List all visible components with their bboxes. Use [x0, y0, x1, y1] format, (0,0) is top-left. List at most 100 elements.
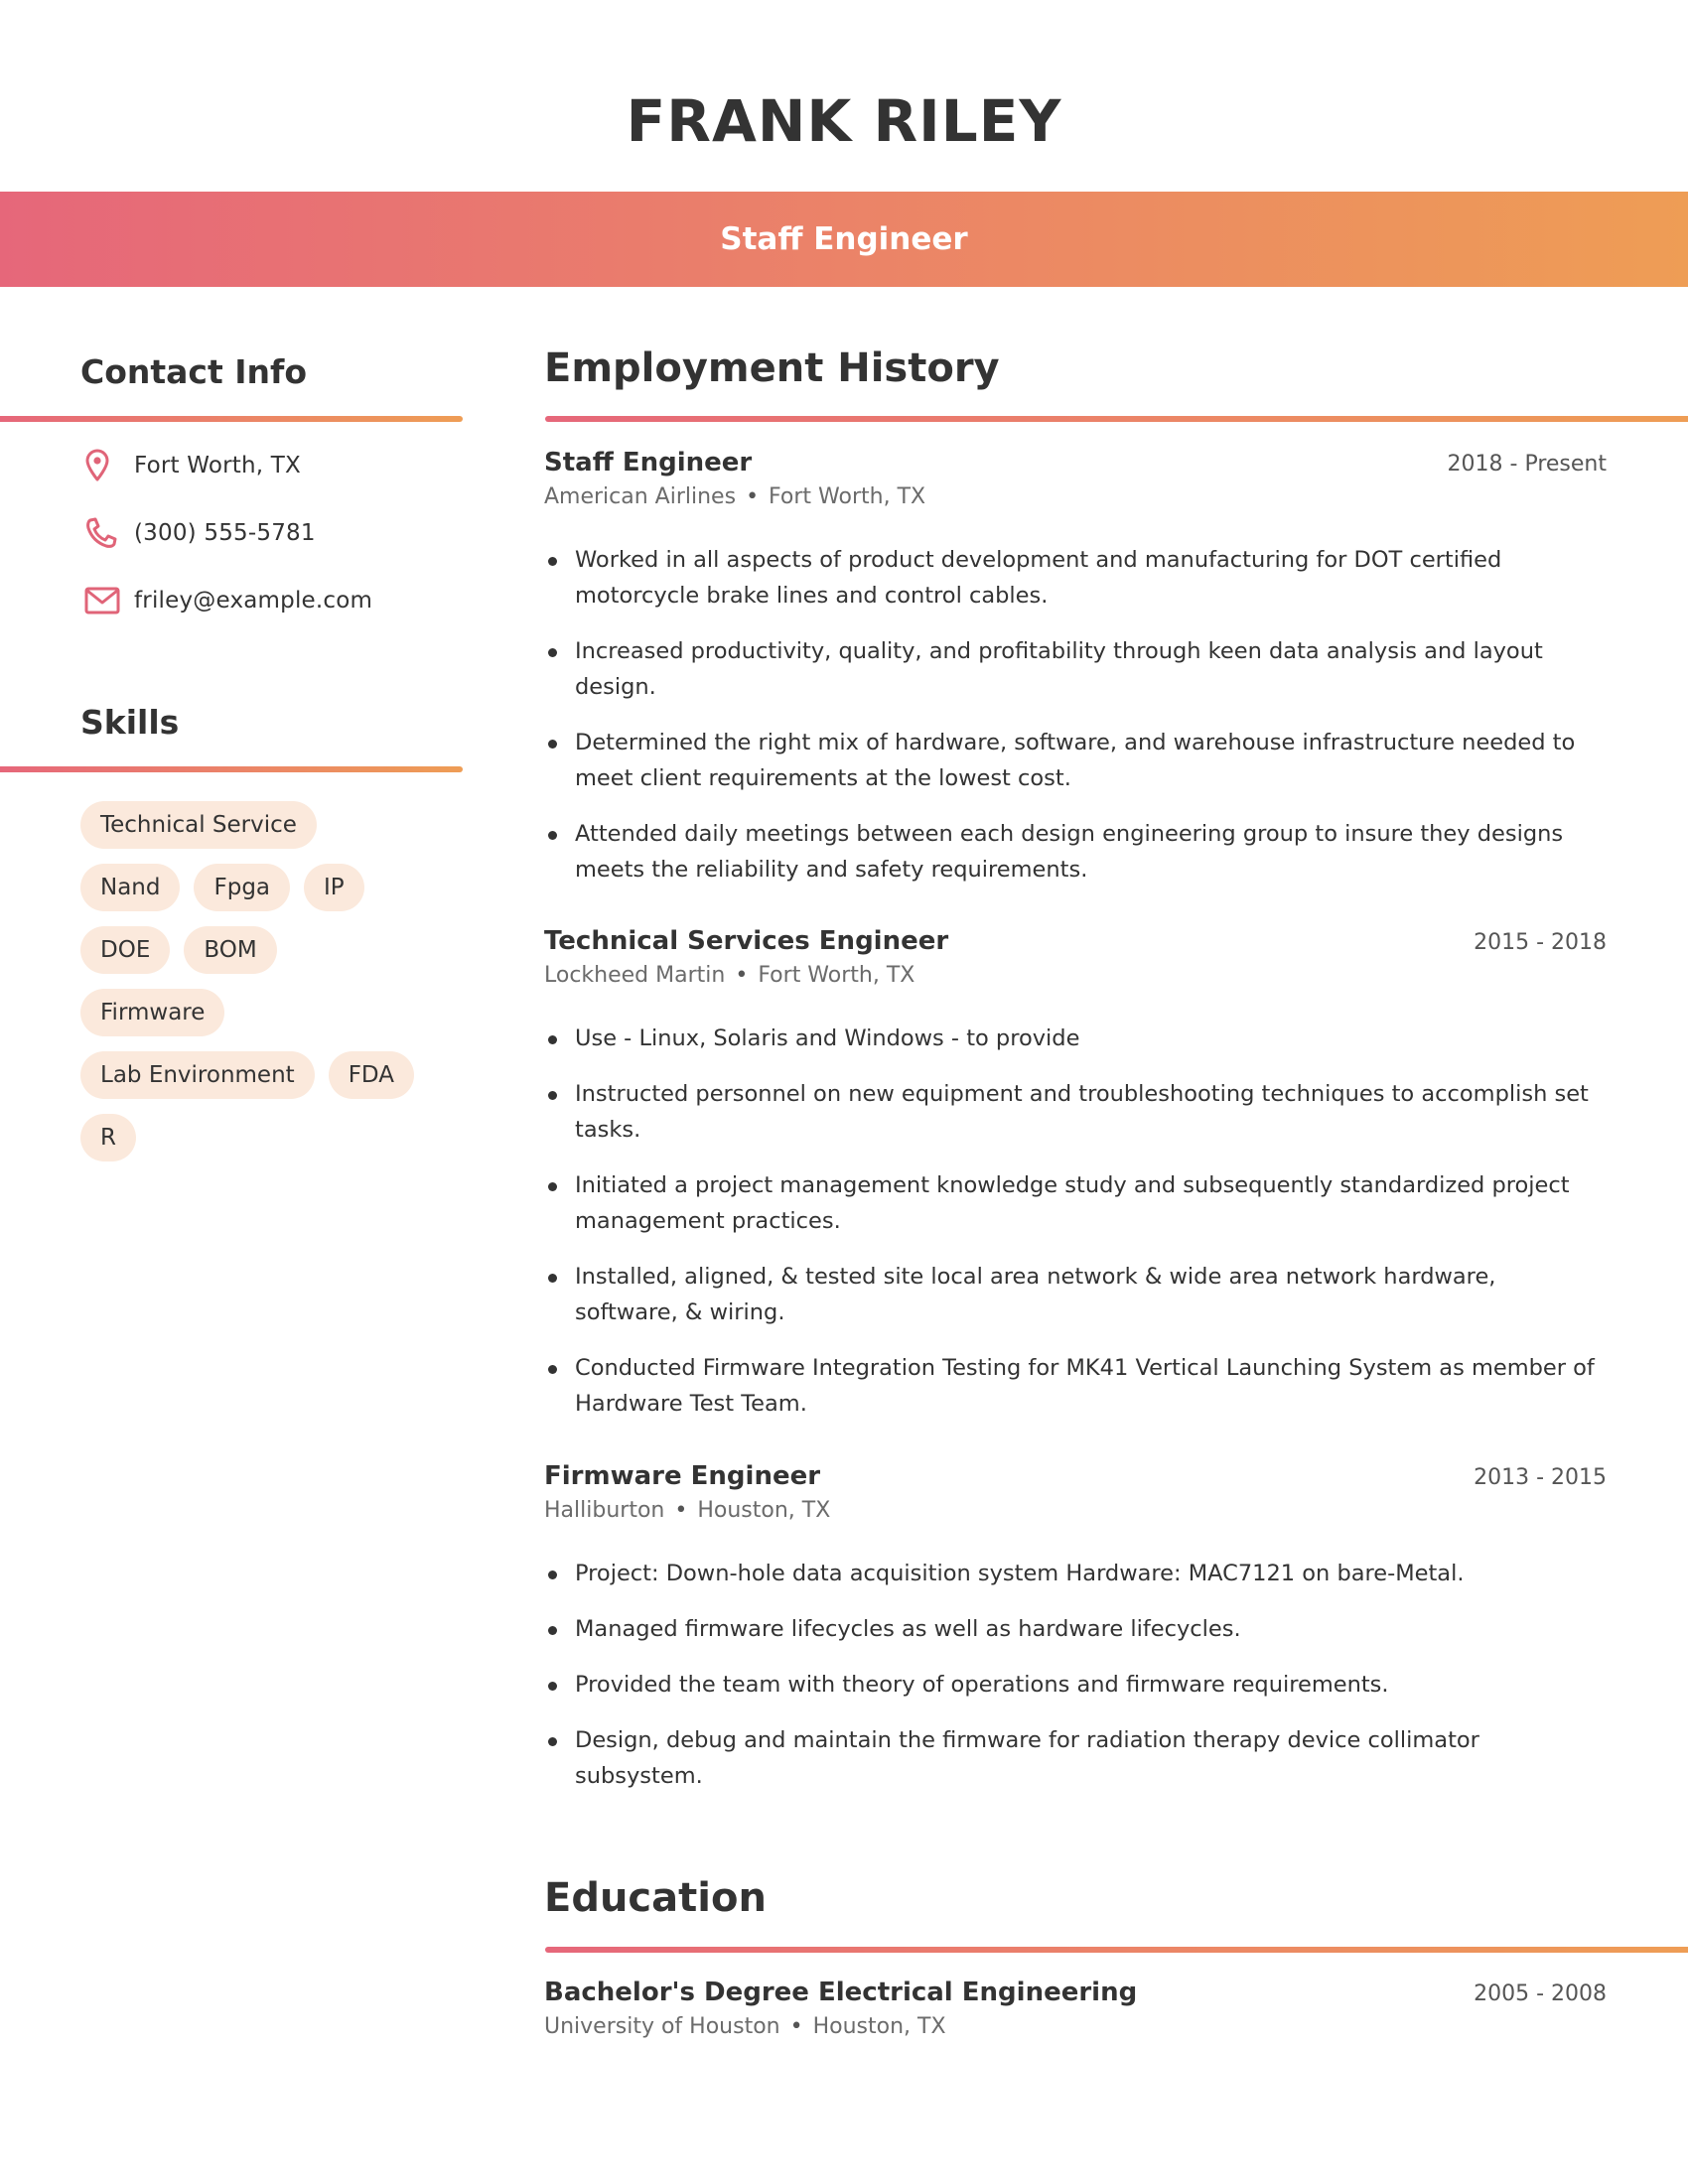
bullet-text: Use - Linux, Solaris and Windows - to pr… [575, 1025, 1080, 1051]
skill-tag: R [80, 1114, 136, 1161]
skill-row: Lab Environment FDA [80, 1051, 478, 1099]
separator-dot: • [674, 1498, 688, 1523]
skill-tag: DOE [80, 926, 171, 974]
contact-location: Fort Worth, TX [80, 449, 372, 482]
job-entry: Staff Engineer 2018 - Present American A… [544, 448, 1607, 907]
bullet-icon [548, 1570, 557, 1579]
candidate-name: FRANK RILEY [626, 87, 1062, 155]
skill-tag: FDA [328, 1051, 414, 1099]
job-subtitle: Halliburton • Houston, TX [544, 1498, 1607, 1534]
bullet-text: Provided the team with theory of operati… [575, 1672, 1389, 1698]
job-company: American Airlines [544, 484, 737, 509]
skill-row: Firmware [80, 989, 478, 1036]
education-subtitle: University of Houston • Houston, TX [544, 2014, 1607, 2050]
skill-tag: Technical Service [80, 801, 317, 849]
skill-tag: BOM [184, 926, 277, 974]
job-subtitle: Lockheed Martin • Fort Worth, TX [544, 963, 1607, 999]
bullet-item: Determined the right mix of hardware, so… [544, 725, 1607, 796]
skill-tag: Firmware [80, 989, 225, 1036]
bullet-item: Project: Down-hole data acquisition syst… [544, 1556, 1607, 1591]
skill-tag: Fpga [194, 864, 291, 911]
bullet-icon [548, 1626, 557, 1635]
bullet-icon [548, 1091, 557, 1100]
bullet-icon [548, 831, 557, 840]
bullet-item: Initiated a project management knowledge… [544, 1167, 1607, 1239]
bullet-text: Installed, aligned, & tested site local … [575, 1264, 1496, 1325]
location-pin-icon [80, 449, 120, 482]
bullet-icon [548, 1274, 557, 1283]
skill-tag: Lab Environment [80, 1051, 315, 1099]
skill-row: Technical Service [80, 801, 478, 849]
contact-divider [0, 416, 463, 422]
job-title-banner: Staff Engineer [720, 221, 968, 257]
bullet-icon [548, 1737, 557, 1746]
bullet-item: Worked in all aspects of product develop… [544, 542, 1607, 614]
skills-heading: Skills [80, 703, 180, 742]
bullet-text: Increased productivity, quality, and pro… [575, 638, 1543, 700]
contact-email-text[interactable]: friley@example.com [134, 588, 372, 614]
skill-row: R [80, 1114, 478, 1161]
bullet-text: Attended daily meetings between each des… [575, 821, 1564, 883]
bullet-item: Managed firmware lifecycles as well as h… [544, 1611, 1607, 1647]
education-header: Bachelor's Degree Electrical Engineering… [544, 1978, 1607, 2013]
bullet-item: Use - Linux, Solaris and Windows - to pr… [544, 1021, 1607, 1056]
job-title: Firmware Engineer [544, 1461, 821, 1491]
job-location: Fort Worth, TX [758, 963, 915, 988]
phone-icon [80, 516, 120, 550]
bullet-text: Project: Down-hole data acquisition syst… [575, 1561, 1465, 1586]
job-bullets: Use - Linux, Solaris and Windows - to pr… [544, 1021, 1607, 1422]
bullet-item: Instructed personnel on new equipment an… [544, 1076, 1607, 1148]
bullet-text: Determined the right mix of hardware, so… [575, 730, 1576, 791]
bullet-icon [548, 1365, 557, 1374]
job-entry: Technical Services Engineer 2015 - 2018 … [544, 926, 1607, 1441]
job-subtitle: American Airlines • Fort Worth, TX [544, 484, 1607, 520]
skill-tag: IP [304, 864, 364, 911]
skills-divider [0, 766, 463, 772]
job-header: Technical Services Engineer 2015 - 2018 [544, 926, 1607, 962]
job-entry: Firmware Engineer 2013 - 2015 Halliburto… [544, 1461, 1607, 1814]
bullet-icon [548, 1035, 557, 1044]
school-name: University of Houston [544, 2014, 780, 2039]
education-heading: Education [544, 1875, 767, 1921]
envelope-icon [80, 584, 120, 617]
bullet-text: Design, debug and maintain the firmware … [575, 1727, 1479, 1789]
separator-dot: • [746, 484, 760, 509]
skill-row: DOE BOM [80, 926, 478, 974]
bullet-text: Initiated a project management knowledge… [575, 1172, 1570, 1234]
bullet-text: Managed firmware lifecycles as well as h… [575, 1616, 1241, 1642]
contact-location-text: Fort Worth, TX [134, 453, 302, 478]
bullet-text: Worked in all aspects of product develop… [575, 547, 1502, 609]
job-title: Technical Services Engineer [544, 926, 949, 956]
contact-phone-text: (300) 555-5781 [134, 520, 316, 546]
contact-list: Fort Worth, TX (300) 555-5781 friley@exa… [80, 449, 372, 651]
job-company: Halliburton [544, 1498, 665, 1523]
bullet-icon [548, 740, 557, 749]
job-location: Fort Worth, TX [769, 484, 926, 509]
bullet-item: Provided the team with theory of operati… [544, 1667, 1607, 1703]
job-bullets: Project: Down-hole data acquisition syst… [544, 1556, 1607, 1794]
employment-divider [545, 416, 1688, 422]
job-title: Staff Engineer [544, 448, 753, 478]
bullet-icon [548, 1182, 557, 1191]
bullet-item: Conducted Firmware Integration Testing f… [544, 1350, 1607, 1422]
separator-dot: • [789, 2014, 803, 2039]
education-entry: Bachelor's Degree Electrical Engineering… [544, 1978, 1607, 2050]
bullet-icon [548, 648, 557, 657]
bullet-item: Design, debug and maintain the firmware … [544, 1722, 1607, 1794]
contact-heading: Contact Info [80, 352, 308, 391]
job-dates: 2013 - 2015 [1474, 1465, 1607, 1490]
job-dates: 2018 - Present [1447, 452, 1607, 477]
separator-dot: • [735, 963, 749, 988]
contact-email: friley@example.com [80, 584, 372, 617]
bullet-icon [548, 1682, 557, 1691]
job-header: Firmware Engineer 2013 - 2015 [544, 1461, 1607, 1497]
job-dates: 2015 - 2018 [1474, 930, 1607, 955]
bullet-text: Conducted Firmware Integration Testing f… [575, 1355, 1595, 1417]
bullet-item: Attended daily meetings between each des… [544, 816, 1607, 887]
education-dates: 2005 - 2008 [1474, 1981, 1607, 2006]
bullet-item: Installed, aligned, & tested site local … [544, 1259, 1607, 1330]
contact-phone: (300) 555-5781 [80, 516, 372, 550]
job-location: Houston, TX [697, 1498, 831, 1523]
school-location: Houston, TX [812, 2014, 946, 2039]
bullet-text: Instructed personnel on new equipment an… [575, 1081, 1589, 1143]
